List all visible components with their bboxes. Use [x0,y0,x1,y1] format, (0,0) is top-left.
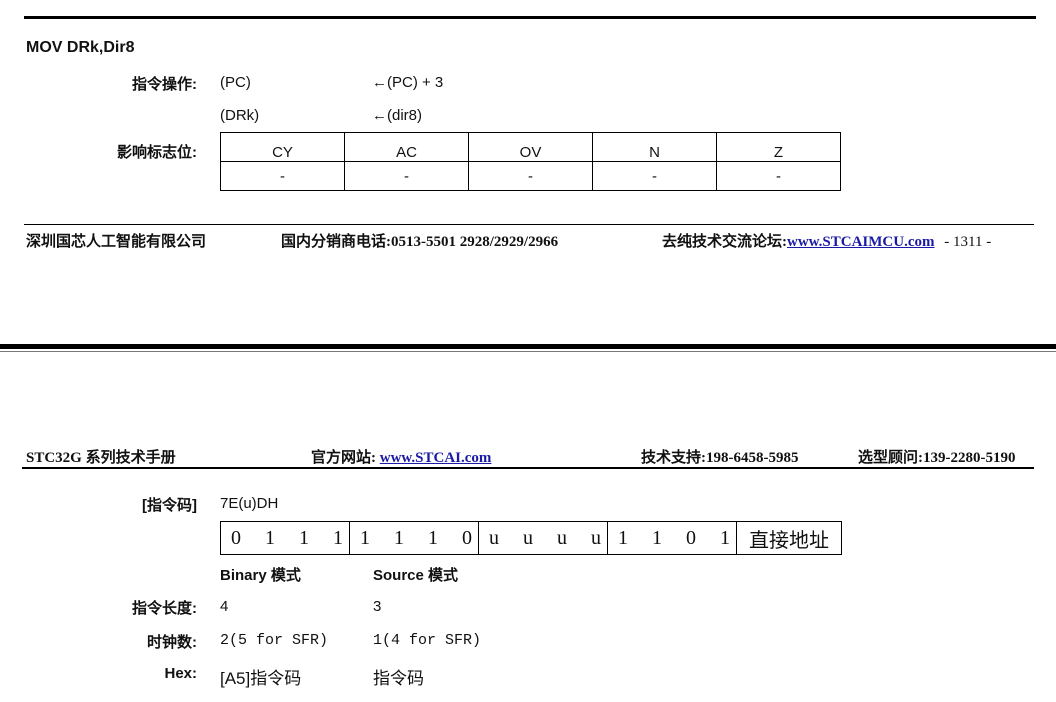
forum-link[interactable]: www.STCAIMCU.com [787,234,935,250]
bit: u [591,526,601,549]
distributor-label: 国内分销商电话: [281,234,391,250]
consult-phone: 139-2280-5190 [923,450,1016,466]
clock-source: 1(4 for SFR) [373,632,482,649]
clock-label: 时钟数: [147,634,197,651]
header-manual: STC32G 系列技术手册 [26,450,176,466]
operation-src-2: ←(dir8) [372,107,423,124]
top-rule [24,16,1036,19]
bit: 1 [265,526,275,549]
length-binary: 4 [220,598,229,615]
bit: 1 [299,526,309,549]
flag-header-ac: AC [344,132,469,162]
bit: 1 [333,526,343,549]
hex-binary: [A5]指令码 [220,669,302,688]
bit-group-2: 1 1 1 0 [349,521,479,555]
header-site: 官方网站: www.STCAI.com [311,446,491,467]
operation-label: 指令操作: [132,76,197,93]
bit: 0 [231,526,241,549]
length-label: 指令长度: [132,600,197,617]
footer-company: 深圳国芯人工智能有限公司 [26,234,207,250]
header-rule [22,467,1034,469]
flags-table: CY AC OV N Z - - - - - [220,132,841,191]
length-source: 3 [373,598,382,615]
instruction-title: MOV DRk,Dir8 [26,39,135,56]
flags-label: 影响标志位: [117,144,197,161]
site-label: 官方网站: [311,450,376,466]
support-label: 技术支持: [641,450,706,466]
bit: 1 [428,526,438,549]
bit-group-3: uuuu [478,521,608,555]
opcode-value: 7E(u)DH [220,495,279,512]
flag-value-ov: - [468,161,593,191]
operation-dest-1: (PC) [220,74,251,91]
opcode-bits-table: 0111 1110 uuuu 1101 直接地址 [220,521,842,555]
bit: 1 [394,526,404,549]
flag-header-n: N [592,132,717,162]
flag-value-ac: - [344,161,469,191]
bit: 1 [360,526,370,549]
binary-mode-heading: Binary 模式 [220,567,301,584]
forum-label: 去纯技术交流论坛: [662,234,787,250]
page-break-thin [0,351,1056,352]
operation-dest-2: (DRk) [220,107,260,124]
bit: 1 [618,526,628,549]
bit: 0 [462,526,472,549]
distributor-phone: 0513-5501 2928/2929/2966 [391,234,559,250]
bit-group-4: 1 1 0 1 [607,521,737,555]
source-mode-heading: Source 模式 [373,567,459,584]
clock-binary: 2(5 for SFR) [220,632,329,649]
flag-value-cy: - [220,161,345,191]
header-support: 技术支持:198-6458-5985 [641,446,799,467]
flag-header-z: Z [716,132,841,162]
page-break-thick [0,344,1056,349]
bit: 1 [720,526,730,549]
bit-group-1: 0 1 1 1 [220,521,350,555]
footer-rule [24,224,1034,225]
bit: u [523,526,533,549]
flag-value-n: - [592,161,717,191]
bit: u [489,526,499,549]
bit: u [557,526,567,549]
consult-label: 选型顾问: [858,450,923,466]
direct-address-cell: 直接地址 [736,521,842,555]
opcode-label: [指令码] [142,497,197,514]
operation-src-1: ←(PC) + 3 [372,74,444,91]
support-phone: 198-6458-5985 [706,450,799,466]
page-number: - 1311 - [944,234,992,250]
footer-forum: 去纯技术交流论坛:www.STCAIMCU.com - 1311 - [662,230,991,251]
flag-value-z: - [716,161,841,191]
hex-source: 指令码 [373,669,424,688]
footer-distributor: 国内分销商电话:0513-5501 2928/2929/2966 [281,230,558,251]
flag-header-cy: CY [220,132,345,162]
site-link[interactable]: www.STCAI.com [380,450,492,466]
bit: 1 [652,526,662,549]
bit: 0 [686,526,696,549]
flag-header-ov: OV [468,132,593,162]
header-consult: 选型顾问:139-2280-5190 [858,446,1016,467]
hex-label: Hex: [164,665,197,682]
